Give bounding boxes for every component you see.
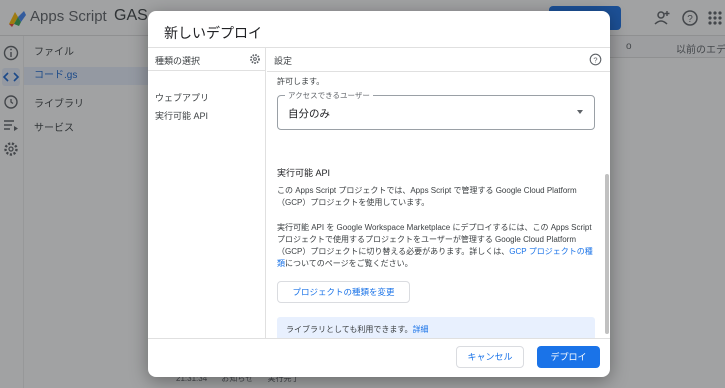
scrollbar[interactable] bbox=[604, 72, 610, 338]
library-info: ライブラリとしても利用できます。詳細 bbox=[286, 324, 429, 335]
help-icon[interactable]: ? bbox=[589, 53, 602, 66]
gcp-description: この Apps Script プロジェクトでは、Apps Script で管理す… bbox=[277, 186, 577, 207]
change-project-type-button[interactable]: プロジェクトの種類を変更 bbox=[277, 281, 410, 303]
access-label: アクセスできるユーザー bbox=[285, 90, 373, 101]
dialog-title: 新しいデプロイ bbox=[164, 25, 262, 41]
library-info-text: ライブラリとしても利用できます。 bbox=[286, 325, 413, 334]
deploy-button[interactable]: デプロイ bbox=[537, 346, 600, 368]
type-header: 種類の選択 bbox=[148, 48, 265, 71]
chevron-down-icon bbox=[577, 110, 583, 114]
new-deployment-dialog: 新しいデプロイ 種類の選択 ウェブアプリ 実行可能 API 設定 ? 許可します… bbox=[148, 11, 610, 377]
section-title: 実行可能 API bbox=[277, 168, 331, 178]
deployment-type-panel: 種類の選択 ウェブアプリ 実行可能 API bbox=[148, 48, 266, 338]
marketplace-text-end: についてのページをご覧ください。 bbox=[285, 259, 413, 268]
type-header-label: 種類の選択 bbox=[155, 56, 201, 66]
settings-panel: 設定 ? 許可します。 アクセスできるユーザー 自分のみ 実行可能 API この… bbox=[267, 48, 610, 338]
settings-content: 許可します。 アクセスできるユーザー 自分のみ 実行可能 API この Apps… bbox=[267, 71, 610, 338]
settings-header: 設定 bbox=[274, 56, 293, 66]
cancel-button[interactable]: キャンセル bbox=[456, 346, 524, 368]
library-info-box: ライブラリとしても利用できます。詳細 bbox=[277, 317, 595, 338]
scrollbar-thumb[interactable] bbox=[605, 174, 609, 334]
gear-icon[interactable] bbox=[249, 53, 261, 65]
access-value: 自分のみ bbox=[288, 108, 330, 120]
details-link[interactable]: 詳細 bbox=[413, 325, 429, 334]
divider bbox=[148, 338, 610, 339]
type-item-web-app[interactable]: ウェブアプリ bbox=[155, 91, 209, 104]
marketplace-description: 実行可能 API を Google Workspace Marketplace … bbox=[277, 222, 599, 270]
type-item-executable-api[interactable]: 実行可能 API bbox=[155, 109, 208, 122]
access-select[interactable]: アクセスできるユーザー 自分のみ bbox=[277, 90, 595, 130]
svg-text:?: ? bbox=[593, 55, 597, 64]
permit-text: 許可します。 bbox=[277, 77, 325, 86]
